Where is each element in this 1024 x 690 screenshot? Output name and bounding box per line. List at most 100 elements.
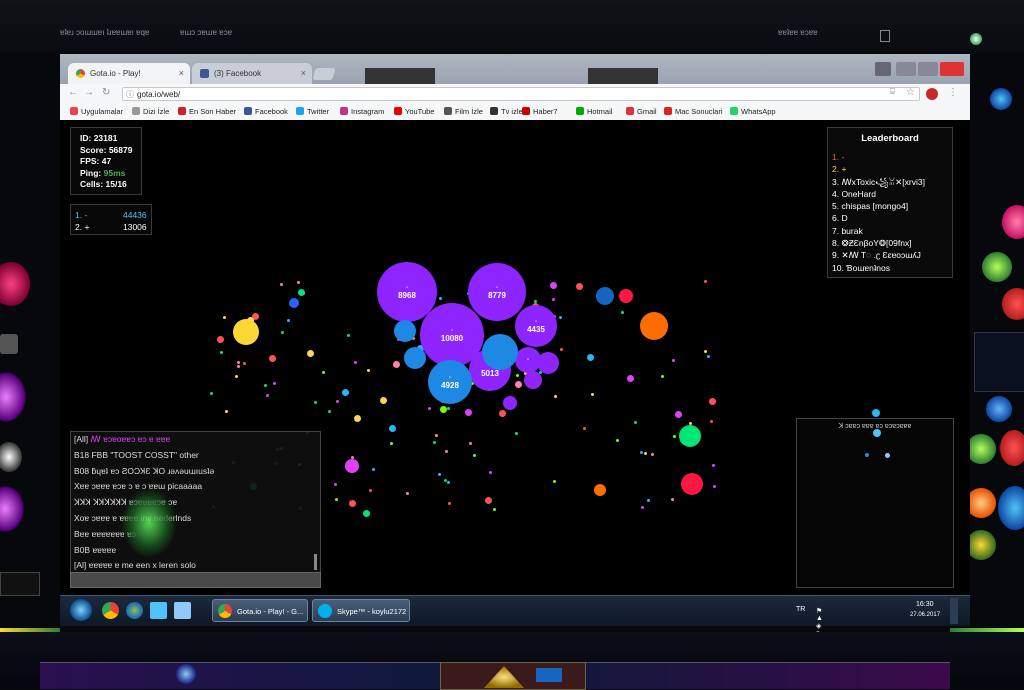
bookmark-item[interactable]: Gmail [626,107,657,116]
bookmark-icon [244,107,252,115]
food-pellet [706,354,710,358]
new-tab-button[interactable] [312,68,336,80]
url-text: gota.io/web/ [137,90,181,99]
food-pellet [438,472,442,476]
food-pellet [272,382,276,386]
chrome-icon [76,69,85,78]
party-score: 13006 [123,222,147,232]
cell-mass: 8968 [398,290,416,300]
extension-icon[interactable] [926,88,938,100]
url-input[interactable]: ⓘ gota.io/web/ [122,87,920,101]
task-skype[interactable]: Skype™ - koylu2172 [312,599,410,622]
chat-message: B0B ɐɐɐɐɐ [71,543,320,559]
start-button[interactable] [70,599,92,621]
bookmark-item[interactable]: Dizi İzle [132,107,169,116]
back-icon[interactable]: ← [68,87,78,98]
food-pellet [335,498,339,502]
bookmark-label: Mac Sonuclari [675,107,723,116]
menu-icon[interactable]: ⋮ [948,87,958,98]
user-icon[interactable] [875,62,891,76]
bookmark-item[interactable]: Uygulamalar [70,107,123,116]
food-pellet [710,420,714,424]
chrome-taskbar-icon[interactable] [102,602,119,619]
chat-message: Xoɐ ɔɐɐɐ ɐ ɐɐɐɐ inv nederlnds [71,511,320,527]
food-pellet [406,492,410,496]
food-pellet [673,434,677,438]
food-pellet [434,434,438,438]
decor-orb-icon [966,488,996,518]
bookmark-icon [490,107,498,115]
desktop-taskbar-icon[interactable] [150,602,167,619]
close-window-button[interactable] [940,62,964,76]
tab-facebook[interactable]: (3) Facebook × [192,63,312,84]
tab-gota[interactable]: Gota.io - Play! × [68,63,190,84]
bookmark-item[interactable]: WhatsApp [730,107,776,116]
chat-scrollbar[interactable] [314,554,317,570]
bookmark-item[interactable]: Instagram [340,107,384,116]
show-desktop-button[interactable] [950,598,958,624]
bookmark-label: Film İzle [455,107,483,116]
bookmark-label: Facebook [255,107,288,116]
food-pellet [321,370,325,374]
food-pellet [366,368,370,372]
chat-text: FBB "TOOST COSST" other [89,449,199,460]
minimize-button[interactable] [896,62,916,76]
bookmark-item[interactable]: Twitter [296,107,329,116]
stat-score: Score: 56879 [80,144,133,155]
decor-panel [974,332,1024,392]
bookmark-icon [132,107,140,115]
clock-time[interactable]: 16:30 [916,601,934,608]
player-cell [503,396,517,410]
cell-name: - [527,357,529,363]
close-tab-icon[interactable]: × [179,63,184,84]
bookmark-item[interactable]: Haber7 [522,107,558,116]
stat-id: ID: 23181 [80,133,118,143]
player-cell [289,298,299,308]
clock-date[interactable]: 27.06.2017 [910,612,940,618]
food-pellet [447,407,451,411]
top-strip-text: ɐɯɔ ɔɐɯɐ ɐɔɐ [180,28,233,37]
bookmark-item[interactable]: YouTube [394,107,434,116]
facebook-icon [200,69,209,78]
forward-icon[interactable]: → [84,87,94,98]
food-pellet [582,427,586,430]
bookmark-item[interactable]: Mac Sonuclari [664,107,723,116]
food-pellet [353,361,357,365]
bookmark-item[interactable]: Facebook [244,107,288,116]
decor-orb-icon [966,434,996,464]
translate-icon[interactable]: ⌸ [890,87,895,97]
food-pellet [553,480,557,483]
chat-text: ƃɥɐʇ ɐɔ ƧOƆꞰƐ ꓘO ɹǝʌǝuɯıusʇǝ [89,465,215,476]
player-cell [345,459,359,473]
ie-taskbar-icon[interactable] [126,602,143,619]
player-cell [594,484,606,496]
bookmark-label: Tv izle [501,107,523,116]
decor-orb-icon [0,486,24,532]
leaderboard-panel: Leaderboard 1. - 2. +3. ꟿxToxic꧁ꈍ✕[xrvi3]… [827,127,953,278]
top-strip-text: ɐɐʇɐɐ ɐɔɐɐ [778,28,818,37]
food-pellet [639,450,643,454]
bookmark-item[interactable]: Tv izle [490,107,523,116]
chat-input[interactable] [70,572,321,588]
close-tab-icon[interactable]: × [301,63,306,84]
task-chrome[interactable]: Gota.io - Play! - G... [212,599,308,622]
food-pellet [499,410,507,418]
maximize-button[interactable] [918,62,938,76]
window-taskbar-icon[interactable] [174,602,191,619]
star-icon[interactable]: ☆ [906,87,915,98]
bookmark-icon [730,107,738,115]
minimap-panel: ꓘ ɔɐɐɔ ɐɐɐ ɐɔ ɐɔɐɔɐɐɐ [796,418,954,588]
bookmark-label: WhatsApp [741,107,776,116]
food-pellet [551,297,555,301]
game-canvas[interactable]: -8968-8779-10080-4435-5013-4928- ID: 231… [60,120,970,595]
language-indicator[interactable]: TR [796,606,805,613]
bookmark-item[interactable]: Hotmail [576,107,612,116]
chat-text: ɐɐɐɐɐ [90,544,117,555]
bookmark-item[interactable]: En Son Haber [178,107,236,116]
cell-mass: 8779 [488,290,506,300]
party-row: 1. - 44436 [75,209,151,221]
chrome-icon [218,604,232,618]
reload-icon[interactable]: ↻ [102,87,110,98]
bookmark-label: Dizi İzle [143,107,170,116]
bookmark-item[interactable]: Film İzle [444,107,483,116]
